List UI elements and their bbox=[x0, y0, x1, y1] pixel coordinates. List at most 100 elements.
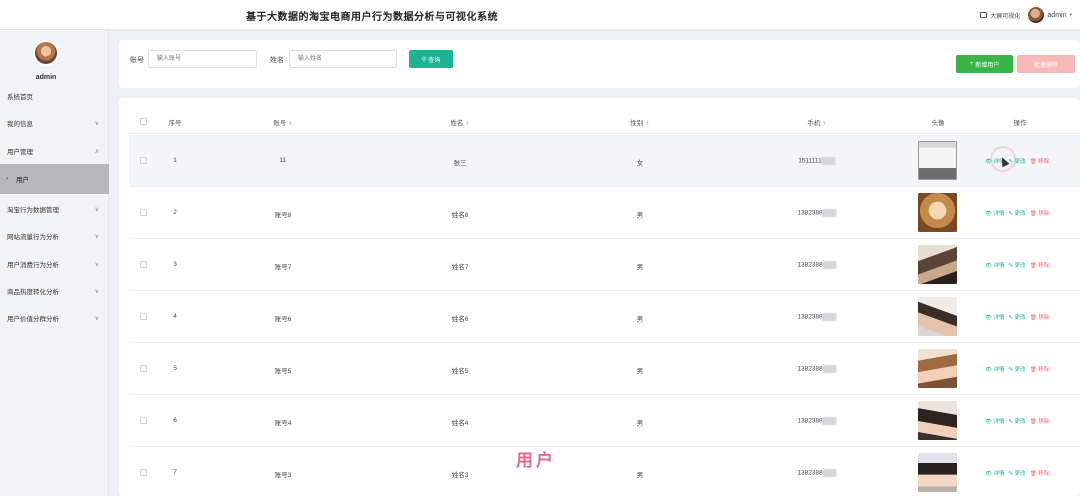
avatar-thumbnail[interactable] bbox=[918, 245, 957, 284]
avatar-thumbnail[interactable] bbox=[918, 349, 957, 388]
detail-label: 详情 bbox=[993, 367, 1005, 373]
sidebar-item-home[interactable]: 系统首页 bbox=[0, 86, 109, 106]
detail-link[interactable]: 👁 详情 bbox=[985, 469, 1005, 477]
bigscreen-link[interactable]: 大屏可视化 bbox=[980, 11, 1020, 20]
header-account[interactable]: 账号 ⇕ bbox=[273, 117, 292, 127]
sidebar-item-label: 用户管理 bbox=[7, 149, 33, 156]
edit-link[interactable]: ✎ 更改 bbox=[1009, 469, 1026, 477]
detail-link[interactable]: 👁 详情 bbox=[985, 365, 1005, 373]
delete-link[interactable]: 🗑 移除 bbox=[1030, 417, 1050, 425]
avatar-thumbnail[interactable] bbox=[918, 193, 957, 232]
row-checkbox[interactable] bbox=[140, 417, 147, 424]
sidebar-item-user-management[interactable]: 用户管理 ∧ bbox=[0, 141, 109, 161]
row-checkbox[interactable] bbox=[140, 469, 147, 476]
row-checkbox[interactable] bbox=[140, 365, 147, 372]
edit-link[interactable]: ✎ 更改 bbox=[1009, 365, 1026, 373]
cell-index: 4 bbox=[173, 313, 177, 320]
detail-link[interactable]: 👁 详情 bbox=[985, 313, 1005, 321]
cell-phone: 1382388 bbox=[797, 261, 837, 269]
sidebar-admin-name: admin bbox=[35, 74, 57, 81]
table-row[interactable]: 4 账号6 姓名6 男 1382388 👁 详情 ✎ 更改 🗑 移除 bbox=[129, 291, 1080, 343]
cell-gender: 女 bbox=[636, 160, 644, 167]
row-checkbox[interactable] bbox=[140, 157, 147, 164]
cell-index: 1 bbox=[173, 157, 177, 164]
delete-link[interactable]: 🗑 移除 bbox=[1030, 365, 1050, 373]
cell-account: 账号7 bbox=[274, 264, 292, 271]
account-search-input[interactable] bbox=[148, 50, 257, 68]
detail-link[interactable]: 👁 详情 bbox=[985, 209, 1005, 217]
avatar-thumbnail[interactable] bbox=[918, 453, 957, 492]
name-label: 姓名 bbox=[270, 57, 284, 64]
cell-index: 5 bbox=[173, 365, 177, 372]
query-button[interactable]: ⚲ 查询 bbox=[409, 50, 453, 68]
row-checkbox[interactable] bbox=[140, 261, 147, 268]
cell-gender: 男 bbox=[636, 368, 644, 375]
row-actions: 👁 详情 ✎ 更改 🗑 移除 bbox=[985, 469, 1049, 477]
query-button-label: 查询 bbox=[428, 57, 441, 64]
search-panel: 账号 姓名 ⚲ 查询 + 新增用户 批量删除 bbox=[119, 40, 1080, 88]
phone-blur bbox=[822, 209, 837, 217]
avatar-thumbnail[interactable] bbox=[918, 401, 957, 440]
table-row[interactable]: 5 账号5 姓名5 男 1382388 👁 详情 ✎ 更改 🗑 移除 bbox=[129, 343, 1080, 395]
sidebar-item-consumption-analysis[interactable]: 用户消费行为分析 ∨ bbox=[0, 254, 109, 274]
add-user-button[interactable]: + 新增用户 bbox=[956, 55, 1013, 73]
delete-link[interactable]: 🗑 移除 bbox=[1030, 157, 1050, 165]
table-row[interactable]: 1 11 张三 女 1511111 👁 详情 ✎ 更改 🗑 移除 bbox=[129, 135, 1080, 187]
table-row[interactable]: 2 账号8 姓名8 男 1382388 👁 详情 ✎ 更改 🗑 移除 bbox=[129, 187, 1080, 239]
edit-link[interactable]: ✎ 更改 bbox=[1009, 417, 1026, 425]
table-header: 序号 账号 ⇕ 姓名 ⇕ 性别 ⇕ 手机 ⇕ 头像 操作 bbox=[129, 110, 1080, 134]
cell-account: 账号4 bbox=[274, 420, 292, 427]
sidebar-item-label: 用户价值分群分析 bbox=[7, 316, 59, 323]
edit-link[interactable]: ✎ 更改 bbox=[1009, 261, 1026, 269]
row-checkbox[interactable] bbox=[140, 209, 147, 216]
chevron-down-icon: ∨ bbox=[94, 288, 99, 295]
sidebar-item-product-conversion[interactable]: 商品热度转化分析 ∨ bbox=[0, 281, 109, 301]
header-phone[interactable]: 手机 ⇕ bbox=[807, 117, 826, 127]
detail-link[interactable]: 👁 详情 bbox=[985, 261, 1005, 269]
batch-delete-button[interactable]: 批量删除 bbox=[1017, 55, 1075, 73]
delete-link[interactable]: 🗑 移除 bbox=[1030, 209, 1050, 217]
cell-gender: 男 bbox=[636, 472, 644, 479]
header-gender[interactable]: 性别 ⇕ bbox=[630, 117, 649, 127]
cell-name: 姓名4 bbox=[451, 420, 469, 427]
sidebar-item-traffic-analysis[interactable]: 网站流量行为分析 ∨ bbox=[0, 226, 109, 246]
delete-link[interactable]: 🗑 移除 bbox=[1030, 313, 1050, 321]
monitor-icon bbox=[980, 12, 988, 18]
chevron-down-icon: ∨ bbox=[94, 261, 99, 268]
sidebar-item-taobao-data[interactable]: 淘宝行为数据管理 ∨ bbox=[0, 199, 109, 219]
detail-link[interactable]: 👁 详情 bbox=[985, 417, 1005, 425]
sidebar-item-users[interactable]: › 用户 bbox=[0, 164, 109, 194]
phone-prefix: 1511111 bbox=[798, 157, 822, 165]
user-menu[interactable]: admin ▾ bbox=[1028, 7, 1072, 23]
edit-label: 更改 bbox=[1014, 159, 1026, 165]
edit-label: 更改 bbox=[1014, 315, 1026, 321]
select-all-checkbox[interactable] bbox=[140, 118, 147, 125]
delete-link[interactable]: 🗑 移除 bbox=[1030, 261, 1050, 269]
avatar-thumbnail[interactable] bbox=[918, 297, 957, 336]
name-search-input[interactable] bbox=[289, 50, 397, 68]
table-row[interactable]: 7 账号3 姓名3 男 1382388 👁 详情 ✎ 更改 🗑 移除 bbox=[129, 447, 1080, 496]
table-row[interactable]: 6 账号4 姓名4 男 1382388 👁 详情 ✎ 更改 🗑 移除 bbox=[129, 395, 1080, 447]
avatar-thumbnail[interactable] bbox=[918, 141, 957, 180]
sidebar-item-value-segmentation[interactable]: 用户价值分群分析 ∨ bbox=[0, 308, 109, 328]
cell-phone: 1382388 bbox=[797, 313, 837, 321]
edit-label: 更改 bbox=[1014, 419, 1026, 425]
cell-name: 张三 bbox=[453, 160, 467, 167]
detail-label: 详情 bbox=[993, 263, 1005, 269]
edit-link[interactable]: ✎ 更改 bbox=[1009, 209, 1026, 217]
batch-delete-label: 批量删除 bbox=[1033, 62, 1058, 69]
sidebar-item-my-info[interactable]: 我的信息 ∨ bbox=[0, 113, 109, 133]
sidebar: admin 系统首页 我的信息 ∨ 用户管理 ∧ › 用户 淘宝行为数据管理 ∨… bbox=[0, 30, 109, 496]
header-name[interactable]: 姓名 ⇕ bbox=[450, 117, 469, 127]
cell-phone: 1382388 bbox=[797, 365, 837, 373]
table-row[interactable]: 3 账号7 姓名7 男 1382388 👁 详情 ✎ 更改 🗑 移除 bbox=[129, 239, 1080, 291]
top-right-actions: 大屏可视化 admin ▾ bbox=[980, 5, 1072, 25]
delete-link[interactable]: 🗑 移除 bbox=[1030, 469, 1050, 477]
chevron-down-icon: ∨ bbox=[94, 120, 99, 127]
row-checkbox[interactable] bbox=[140, 313, 147, 320]
chevron-down-icon: ∨ bbox=[94, 315, 99, 322]
phone-blur bbox=[822, 261, 837, 269]
edit-label: 更改 bbox=[1014, 471, 1026, 477]
sidebar-item-label: 用户 bbox=[16, 177, 29, 184]
edit-link[interactable]: ✎ 更改 bbox=[1009, 313, 1026, 321]
